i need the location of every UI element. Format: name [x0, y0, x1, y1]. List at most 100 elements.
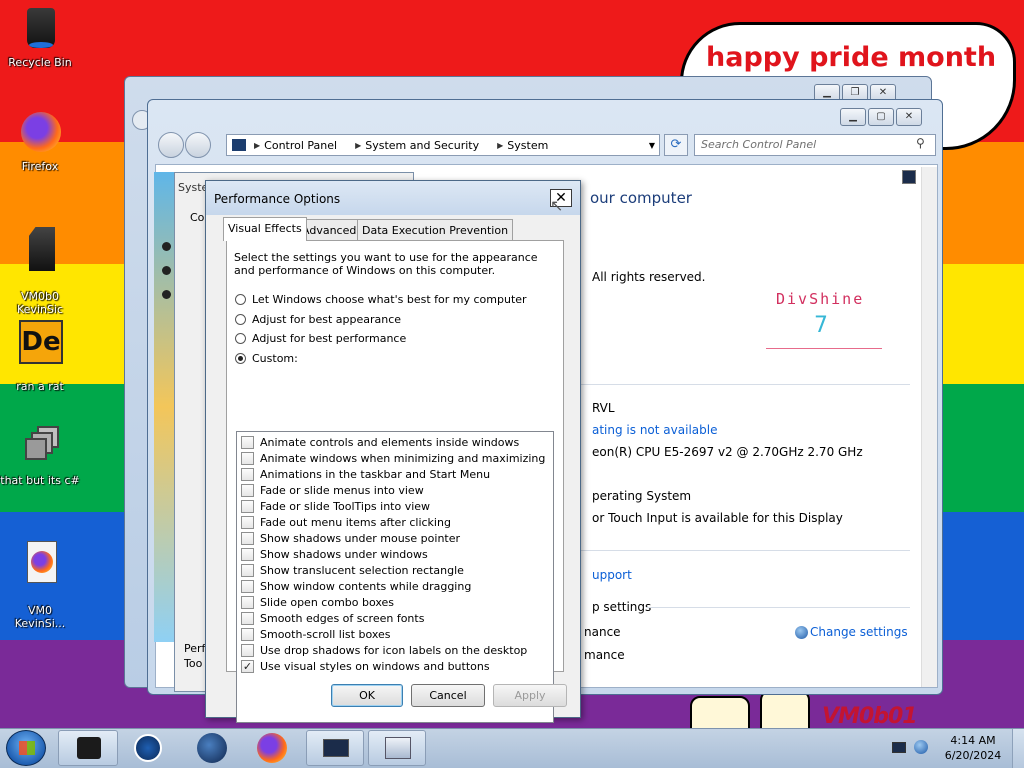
taskbar-button-media-player[interactable] — [128, 730, 168, 766]
checkbox-label: Animations in the taskbar and Start Menu — [260, 467, 491, 481]
help-icon[interactable] — [902, 170, 916, 184]
checkbox-icon-label-shadows[interactable]: Use drop shadows for icon labels on the … — [241, 642, 527, 658]
radio-label: Adjust for best performance — [252, 332, 407, 345]
close-icon[interactable]: ✕ — [896, 108, 922, 126]
checkbox-animate-windows[interactable]: Animate windows when minimizing and maxi… — [241, 450, 545, 466]
radio-label: Custom: — [252, 352, 298, 365]
checkbox-animate-controls[interactable]: Animate controls and elements inside win… — [241, 434, 519, 450]
firefox-icon — [17, 110, 63, 156]
taskbar-button-network[interactable] — [192, 730, 232, 766]
checkbox-label: Smooth-scroll list boxes — [260, 627, 391, 641]
checkbox-fade-menu-items[interactable]: Fade out menu items after clicking — [241, 514, 451, 530]
control-panel-icon — [232, 139, 246, 151]
checkbox-label: Animate windows when minimizing and maxi… — [260, 451, 546, 465]
desktop-icon-firefox[interactable]: Firefox — [0, 110, 80, 173]
address-bar[interactable]: ▶ Control Panel ▶ System and Security ▶ … — [226, 134, 660, 156]
clock-time: 4:14 AM — [950, 734, 996, 747]
checkbox-smooth-fonts[interactable]: Smooth edges of screen fonts — [241, 610, 424, 626]
forward-button[interactable] — [185, 132, 211, 158]
start-button[interactable] — [6, 730, 46, 766]
checkbox-label: Show translucent selection rectangle — [260, 563, 464, 577]
system-properties-tab[interactable]: Co — [190, 211, 204, 224]
tab-data-execution-prevention[interactable]: Data Execution Prevention — [357, 219, 514, 241]
visual-effects-list[interactable]: Animate controls and elements inside win… — [236, 431, 554, 723]
desktop-icon-recycle-bin[interactable]: Recycle Bin — [0, 6, 80, 69]
support-link[interactable]: upport — [592, 568, 632, 582]
checkbox-taskbar-animations[interactable]: Animations in the taskbar and Start Menu — [241, 466, 490, 482]
rating-link[interactable]: ating is not available — [592, 423, 717, 437]
radio-label: Adjust for best appearance — [252, 313, 402, 326]
change-settings-link[interactable]: Change settings — [810, 625, 908, 639]
desktop-icon-vm0-kevinsi[interactable]: VM0 KevinSi... — [0, 528, 80, 643]
radio-best-appearance[interactable]: Adjust for best appearance — [235, 313, 401, 326]
visual-effects-panel: Select the settings you want to use for … — [226, 240, 564, 723]
search-icon[interactable]: ⚲ — [916, 136, 925, 150]
vertical-scrollbar[interactable] — [921, 167, 937, 687]
checkbox-fade-menus[interactable]: Fade or slide menus into view — [241, 482, 424, 498]
tab-visual-effects[interactable]: Visual Effects — [223, 217, 307, 241]
radio-circle — [235, 314, 246, 325]
breadcrumb-system[interactable]: System — [503, 139, 558, 152]
taskbar-button-window[interactable] — [306, 730, 364, 766]
checkbox-fade-tooltips[interactable]: Fade or slide ToolTips into view — [241, 498, 430, 514]
checkbox-box — [241, 563, 254, 577]
stacked-windows-icon — [17, 424, 63, 470]
radio-circle — [235, 294, 246, 305]
recycle-bin-icon — [17, 6, 63, 52]
taskbar-button-firefox[interactable] — [252, 730, 292, 766]
minimize-icon[interactable]: ▁ — [840, 108, 866, 126]
globe-icon — [197, 733, 227, 763]
checkbox-box — [241, 643, 254, 657]
checkbox-box — [241, 595, 254, 609]
section-divider — [580, 550, 910, 551]
checkbox-smooth-scroll[interactable]: Smooth-scroll list boxes — [241, 626, 391, 642]
control-panel-icon — [385, 737, 411, 759]
network-tray-icon[interactable] — [892, 742, 906, 753]
radio-let-windows-choose[interactable]: Let Windows choose what's best for my co… — [235, 293, 527, 306]
desktop-icon-vm0b0[interactable]: VM0b0 KevinSic — [0, 214, 80, 329]
speech-bubble-text: happy pride month — [706, 42, 997, 73]
check-icon: ✓ — [241, 659, 254, 673]
checkbox-label: Show window contents while dragging — [260, 579, 472, 593]
performance-options-dialog[interactable]: Performance Options ✕ Visual Effects Adv… — [205, 180, 581, 723]
checkbox-box — [241, 467, 254, 481]
desktop-icon-label: that but its c# — [0, 474, 80, 487]
breadcrumb-separator-icon: ▶ — [254, 140, 261, 150]
desktop-icon-that-but-its-csharp[interactable]: that but its c# — [0, 424, 80, 487]
ok-button[interactable]: OK — [331, 684, 403, 707]
checkbox-box — [241, 483, 254, 497]
file-icon — [17, 227, 63, 273]
maximize-icon[interactable]: ▢ — [868, 108, 894, 126]
checkbox-visual-styles[interactable]: ✓ Use visual styles on windows and button… — [241, 658, 490, 674]
radio-custom[interactable]: Custom: — [235, 352, 298, 365]
search-input[interactable]: Search Control Panel — [694, 134, 936, 156]
desktop-icon-label: Firefox — [21, 160, 59, 173]
back-button[interactable] — [158, 132, 184, 158]
system-type-value: perating System — [592, 489, 692, 503]
chevron-down-icon[interactable]: ▼ — [649, 141, 659, 150]
taskbar-button-app[interactable] — [58, 730, 118, 766]
checkbox-translucent-selection[interactable]: Show translucent selection rectangle — [241, 562, 464, 578]
taskbar-button-control-panel[interactable] — [368, 730, 426, 766]
de-app-icon: De — [17, 318, 63, 364]
cancel-button[interactable]: Cancel — [411, 684, 485, 707]
system-clock[interactable]: 4:14 AM 6/20/2024 — [942, 733, 1004, 763]
radio-best-performance[interactable]: Adjust for best performance — [235, 332, 406, 345]
checkbox-window-shadows[interactable]: Show shadows under windows — [241, 546, 428, 562]
checkbox-slide-combo-boxes[interactable]: Slide open combo boxes — [241, 594, 394, 610]
apply-button[interactable]: Apply — [493, 684, 567, 707]
performance-group-text: Perf — [184, 642, 206, 655]
checkbox-window-contents-dragging[interactable]: Show window contents while dragging — [241, 578, 471, 594]
desktop-icon-label: ran a rat — [16, 380, 64, 393]
refresh-icon[interactable]: ⟳ — [664, 134, 688, 156]
desktop-icon-ran-a-rat[interactable]: De ran a rat — [0, 318, 80, 393]
firefox-file-icon — [17, 541, 63, 587]
breadcrumb-control-panel[interactable]: Control Panel — [260, 139, 347, 152]
monitor-icon — [323, 739, 349, 757]
breadcrumb-system-and-security[interactable]: System and Security — [361, 139, 489, 152]
show-desktop-button[interactable] — [1012, 729, 1024, 768]
dialog-title: Performance Options — [206, 181, 580, 215]
action-center-icon[interactable] — [914, 740, 928, 754]
radio-label: Let Windows choose what's best for my co… — [252, 293, 527, 306]
checkbox-pointer-shadows[interactable]: Show shadows under mouse pointer — [241, 530, 460, 546]
